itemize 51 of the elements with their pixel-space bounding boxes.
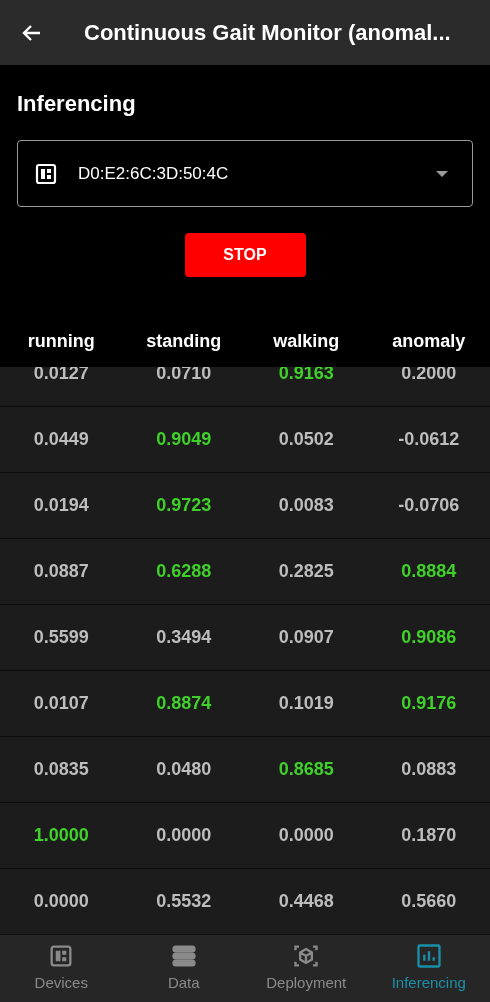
table-cell-text: 0.0480 bbox=[156, 758, 212, 781]
table-cell-text: 0.9163 bbox=[278, 367, 334, 385]
table-cell-text: 0.2825 bbox=[278, 560, 334, 583]
column-header: running bbox=[27, 329, 95, 353]
column-header: walking bbox=[273, 329, 340, 353]
table-cell-text: 0.1019 bbox=[278, 692, 334, 715]
table-cell-text: 0.0502 bbox=[278, 428, 334, 451]
table-cell-text: 0.0883 bbox=[401, 758, 457, 781]
table-cell-text: 0.0835 bbox=[33, 758, 89, 781]
table-cell-text: 0.1870 bbox=[401, 824, 457, 847]
column-header: standing bbox=[146, 329, 222, 353]
table-cell-text: 0.0194 bbox=[33, 494, 89, 517]
table-cell-text: 0.8884 bbox=[401, 560, 457, 583]
table-cell-text: 0.3494 bbox=[156, 626, 212, 649]
table-cell-text: 0.9723 bbox=[156, 494, 212, 517]
table-cell-text: 0.0000 bbox=[278, 824, 334, 847]
table-cell-text: 0.0107 bbox=[33, 692, 89, 715]
table-cell-text: 0.0000 bbox=[33, 890, 89, 913]
table-cell-text: 0.5532 bbox=[156, 890, 212, 913]
table-cell-text: 0.9049 bbox=[156, 428, 212, 451]
table-cell-text: 0.9086 bbox=[401, 626, 457, 649]
nav-tab[interactable]: Data bbox=[122, 935, 245, 1002]
table-cell-text: 0.6288 bbox=[156, 560, 212, 583]
section-title: Inferencing bbox=[17, 90, 137, 118]
table-cell-text: 0.0907 bbox=[278, 626, 334, 649]
table-cell-text: 0.5599 bbox=[33, 626, 89, 649]
nav-tab[interactable]: Devices bbox=[0, 935, 123, 1002]
bar-chart-icon bbox=[414, 942, 443, 971]
device-select[interactable]: D0:E2:6C:3D:50:4C bbox=[17, 140, 473, 207]
chip-icon bbox=[34, 161, 58, 186]
table-cell-text: 1.0000 bbox=[33, 824, 89, 847]
table-cell-text: 0.4468 bbox=[278, 890, 334, 913]
dropdown-caret-icon bbox=[436, 169, 448, 178]
table-cell-text: 0.0887 bbox=[33, 560, 89, 583]
table-cell-text: -0.0706 bbox=[398, 494, 460, 517]
stop-button[interactable]: STOP bbox=[184, 233, 306, 277]
table-cell-text: 0.0449 bbox=[33, 428, 89, 451]
column-header: anomaly bbox=[392, 329, 466, 353]
table-cell-text: 0.8685 bbox=[278, 758, 334, 781]
table-cell-text: 0.0000 bbox=[156, 824, 212, 847]
nav-tab[interactable]: Deployment bbox=[245, 935, 368, 1002]
table-cell-text: 0.8874 bbox=[156, 692, 212, 715]
table-cell-text: 0.9176 bbox=[401, 692, 457, 715]
table-cell-text: 0.0127 bbox=[33, 367, 89, 385]
app-title: Continuous Gait Monitor (anomal... bbox=[84, 19, 451, 47]
table-cell-text: 0.0083 bbox=[278, 494, 334, 517]
nav-tab[interactable]: Inferencing bbox=[367, 935, 490, 1002]
table-cell-text: 0.5660 bbox=[401, 890, 457, 913]
table-cell-text: 0.0710 bbox=[156, 367, 212, 385]
table-cell-text: 0.2000 bbox=[401, 367, 457, 385]
table-cell-text: -0.0612 bbox=[398, 428, 460, 451]
